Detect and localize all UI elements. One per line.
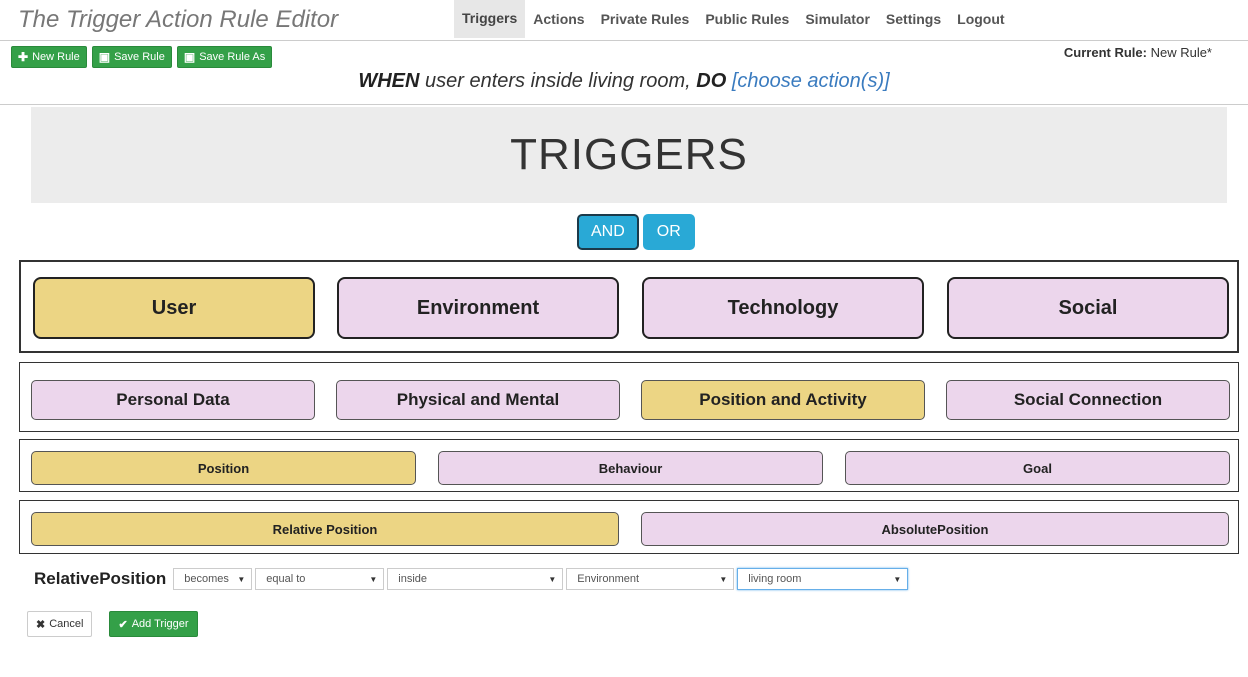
main-nav: Triggers Actions Private Rules Public Ru… <box>454 0 1013 38</box>
cancel-button[interactable]: ✖ Cancel <box>27 611 93 637</box>
caret-down-icon: ▼ <box>893 574 902 584</box>
caret-down-icon: ▼ <box>369 574 378 584</box>
rule-sentence: WHEN user enters inside living room, DO … <box>0 70 1248 93</box>
subsubcategory-row: Position Behaviour Goal <box>19 439 1239 492</box>
subcategory-physical-mental[interactable]: Physical and Mental <box>336 380 620 420</box>
new-rule-label: New Rule <box>32 51 80 63</box>
current-rule: Current Rule: New Rule* <box>1064 45 1212 60</box>
current-rule-value: New Rule* <box>1150 45 1212 60</box>
context-select[interactable]: Environment ▼ <box>566 568 735 590</box>
event-select-value: becomes <box>184 573 229 585</box>
subcategory-position-activity[interactable]: Position and Activity <box>641 380 925 420</box>
option-goal[interactable]: Goal <box>845 451 1230 485</box>
save-rule-button[interactable]: ▣ Save Rule <box>91 46 172 68</box>
category-social[interactable]: Social <box>947 277 1229 339</box>
relation-select-value: inside <box>398 573 428 585</box>
nav-triggers[interactable]: Triggers <box>454 0 526 38</box>
position-type-row: Relative Position AbsolutePosition <box>19 500 1239 554</box>
category-environment[interactable]: Environment <box>337 277 619 339</box>
nav-public-rules[interactable]: Public Rules <box>697 0 797 38</box>
category-row: User Environment Technology Social <box>19 260 1239 353</box>
nav-simulator[interactable]: Simulator <box>797 0 878 38</box>
current-rule-label: Current Rule: <box>1063 45 1147 60</box>
nav-divider <box>0 40 1248 41</box>
app-title: The Trigger Action Rule Editor <box>18 6 339 33</box>
event-select[interactable]: becomes ▼ <box>173 568 253 590</box>
option-absolute-position[interactable]: AbsolutePosition <box>641 512 1229 546</box>
save-rule-as-button[interactable]: ▣ Save Rule As <box>176 46 273 68</box>
when-keyword: WHEN <box>358 70 420 92</box>
subcategory-social-connection[interactable]: Social Connection <box>946 380 1230 420</box>
trigger-form-label: RelativePosition <box>34 569 167 588</box>
new-rule-button[interactable]: ✚ New Rule <box>11 46 87 68</box>
nav-logout[interactable]: Logout <box>949 0 1012 38</box>
caret-down-icon: ▼ <box>237 574 246 584</box>
sentence-divider <box>0 104 1248 105</box>
nav-private-rules[interactable]: Private Rules <box>593 0 698 38</box>
logic-operator-group: AND OR <box>577 214 695 250</box>
relation-select[interactable]: inside ▼ <box>387 568 564 590</box>
operator-select[interactable]: equal to ▼ <box>255 568 385 590</box>
add-trigger-button[interactable]: ✔ Add Trigger <box>109 611 198 637</box>
form-actions: ✖ Cancel ✔ Add Trigger <box>27 611 198 637</box>
rule-condition: user enters inside living room, <box>425 70 691 92</box>
and-button[interactable]: AND <box>577 214 639 250</box>
option-position[interactable]: Position <box>31 451 416 485</box>
triggers-heading: TRIGGERS <box>31 107 1227 203</box>
save-icon: ▣ <box>98 50 111 64</box>
operator-select-value: equal to <box>266 573 306 585</box>
save-icon: ▣ <box>183 50 196 64</box>
subcategory-row: Personal Data Physical and Mental Positi… <box>19 362 1239 432</box>
nav-settings[interactable]: Settings <box>878 0 949 38</box>
trigger-form: RelativePosition becomes ▼ equal to ▼ in… <box>34 566 909 592</box>
choose-action-link[interactable]: [choose action(s)] <box>732 70 890 92</box>
caret-down-icon: ▼ <box>719 574 728 584</box>
location-select-value: living room <box>748 573 802 585</box>
save-rule-label: Save Rule <box>114 51 165 63</box>
plus-icon: ✚ <box>18 50 29 64</box>
or-button[interactable]: OR <box>642 214 695 250</box>
cancel-label: Cancel <box>49 618 84 630</box>
nav-actions[interactable]: Actions <box>525 0 592 38</box>
category-user[interactable]: User <box>33 277 315 339</box>
caret-down-icon: ▼ <box>548 574 557 584</box>
save-rule-as-label: Save Rule As <box>199 51 266 63</box>
context-select-value: Environment <box>577 573 640 585</box>
category-technology[interactable]: Technology <box>642 277 924 339</box>
option-relative-position[interactable]: Relative Position <box>31 512 619 546</box>
close-icon: ✖ <box>36 618 46 631</box>
subcategory-personal-data[interactable]: Personal Data <box>31 380 315 420</box>
check-icon: ✔ <box>118 618 128 631</box>
do-keyword: DO <box>696 70 727 92</box>
location-select[interactable]: living room ▼ <box>737 568 909 590</box>
add-trigger-label: Add Trigger <box>131 618 189 630</box>
option-behaviour[interactable]: Behaviour <box>438 451 823 485</box>
rule-toolbar: ✚ New Rule ▣ Save Rule ▣ Save Rule As <box>11 46 273 68</box>
